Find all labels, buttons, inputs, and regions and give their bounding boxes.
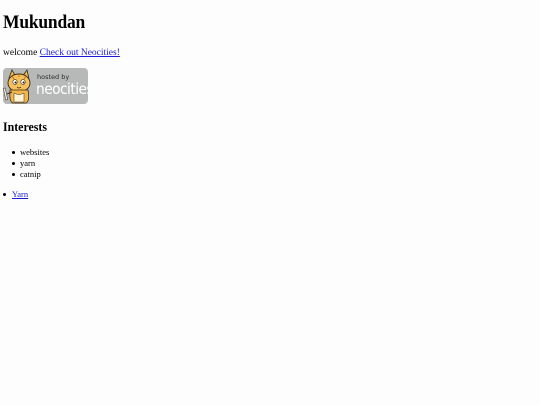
neocities-brand-text: neocities — [36, 80, 88, 98]
hosted-by-neocities-badge[interactable]: hosted by neocities — [3, 68, 88, 104]
list-item: Yarn — [3, 189, 28, 200]
welcome-line: welcome Check out Neocities! — [3, 47, 120, 59]
neocities-cat-logo — [3, 68, 36, 104]
list-item: yarn — [12, 158, 49, 169]
list-item: websites — [12, 147, 49, 158]
yarn-link[interactable]: Yarn — [12, 189, 28, 199]
welcome-text: welcome — [3, 48, 38, 58]
links-list: Yarn — [3, 189, 28, 200]
interests-list: websites yarn catnip — [12, 147, 49, 180]
interests-heading: Interests — [3, 120, 47, 134]
page-title: Mukundan — [3, 12, 86, 33]
list-item: catnip — [12, 169, 49, 180]
neocities-link[interactable]: Check out Neocities! — [40, 48, 120, 58]
